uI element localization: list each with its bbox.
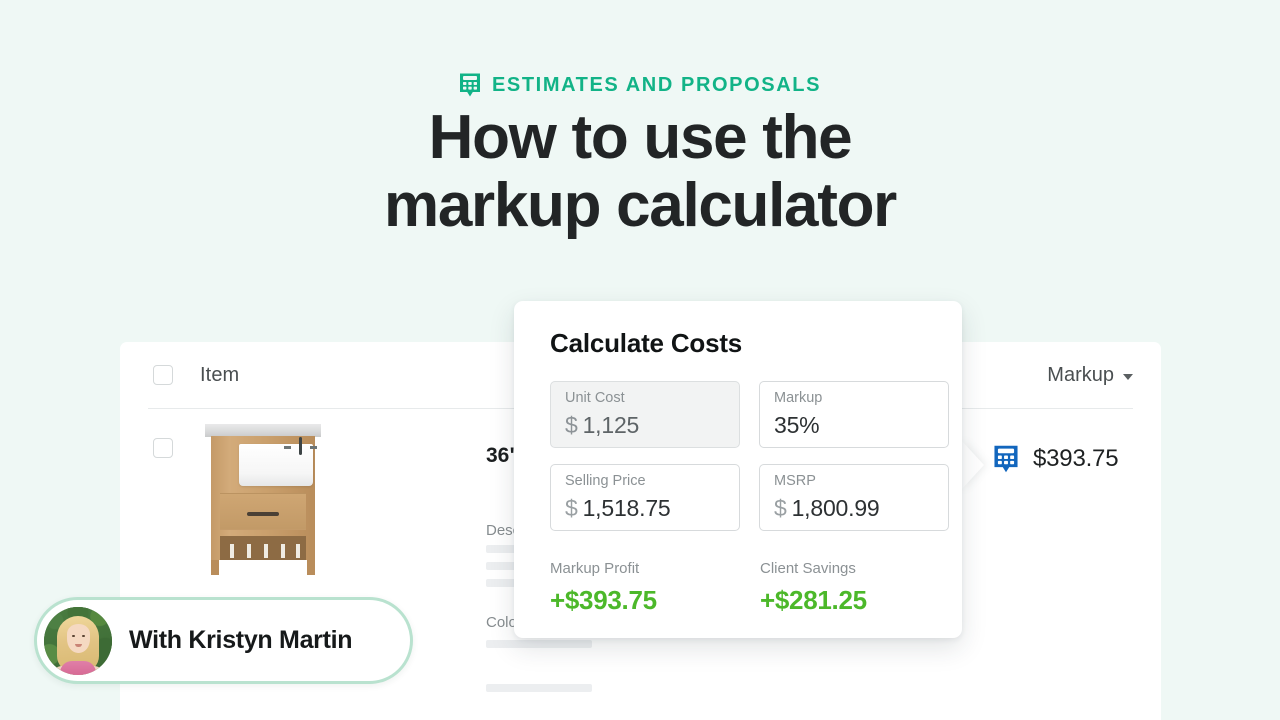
eyebrow-label: ESTIMATES AND PROPOSALS <box>491 74 822 96</box>
row-markup-value: $393.75 <box>1033 445 1119 472</box>
selling-price-number: 1,518.75 <box>582 494 671 521</box>
selling-price-label: Selling Price <box>565 473 646 489</box>
currency-symbol: $ <box>565 411 578 438</box>
markup-profit-value: +$393.75 <box>550 585 657 615</box>
selling-price-value: $1,518.75 <box>565 494 739 521</box>
msrp-field[interactable]: MSRP $1,800.99 <box>759 464 949 531</box>
msrp-value: $1,800.99 <box>774 494 948 521</box>
unit-cost-field[interactable]: Unit Cost $1,125 <box>550 381 740 448</box>
currency-symbol: $ <box>774 494 787 521</box>
calculator-icon <box>459 73 480 97</box>
row-markup-cell[interactable]: $393.75 <box>993 444 1119 474</box>
unit-cost-number: 1,125 <box>582 411 640 438</box>
msrp-label: MSRP <box>774 473 816 489</box>
presenter-badge: With Kristyn Martin <box>34 597 413 684</box>
select-all-checkbox[interactable] <box>153 365 173 385</box>
presenter-name: With Kristyn Martin <box>129 626 353 654</box>
column-header-markup[interactable]: Markup <box>1047 364 1133 387</box>
markup-label: Markup <box>774 390 823 406</box>
avatar <box>44 606 112 675</box>
calculate-costs-card: Calculate Costs Unit Cost $1,125 Markup … <box>514 301 962 638</box>
client-savings-result: Client Savings +$281.25 <box>760 561 950 613</box>
column-header-markup-label: Markup <box>1047 363 1114 386</box>
msrp-number: 1,800.99 <box>791 494 880 521</box>
client-savings-value: +$281.25 <box>760 585 867 615</box>
calculator-icon <box>994 445 1018 473</box>
markup-field[interactable]: Markup 35% <box>759 381 949 448</box>
page-title-line-2: markup calculator <box>384 171 897 241</box>
client-savings-label: Client Savings <box>760 560 856 577</box>
eyebrow: ESTIMATES AND PROPOSALS <box>0 72 1280 98</box>
color-placeholder-bar <box>486 684 592 692</box>
cost-inputs-grid: Unit Cost $1,125 Markup 35% Selling Pric… <box>550 381 949 531</box>
markup-profit-result: Markup Profit +$393.75 <box>550 561 760 613</box>
markup-number: 35% <box>774 411 820 438</box>
column-header-item: Item <box>200 363 240 386</box>
callout-pointer <box>961 440 984 490</box>
unit-cost-value: $1,125 <box>565 411 739 438</box>
color-placeholder-bar <box>486 640 592 648</box>
selling-price-field[interactable]: Selling Price $1,518.75 <box>550 464 740 531</box>
calculate-costs-title: Calculate Costs <box>550 328 743 358</box>
chevron-down-icon <box>1123 373 1133 380</box>
page-title-line-1: How to use the <box>428 103 853 172</box>
page-title: How to use the markup calculator <box>0 103 1280 241</box>
row-select-checkbox[interactable] <box>153 438 173 458</box>
currency-symbol: $ <box>565 494 578 521</box>
markup-profit-label: Markup Profit <box>550 560 640 577</box>
bathroom-vanity-thumbnail <box>198 420 328 580</box>
markup-value: 35% <box>774 411 948 438</box>
cost-results: Markup Profit +$393.75 Client Savings +$… <box>550 561 926 613</box>
unit-cost-label: Unit Cost <box>565 390 625 406</box>
